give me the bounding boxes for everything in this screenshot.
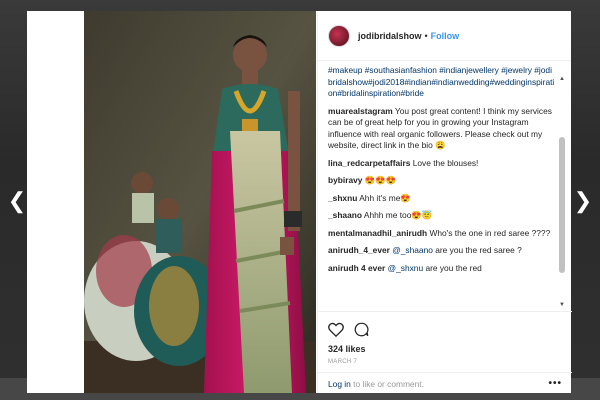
comment-username[interactable]: muarealstagram — [328, 106, 393, 116]
post-sidebar: jodibridalshow • Follow #makeup #southas… — [317, 11, 572, 393]
comment-text: Who's the one in red saree ???? — [429, 227, 551, 238]
scroll-up-arrow-icon[interactable]: ▲ — [558, 75, 566, 83]
comment-item: mentalmanadhil_anirudh Who's the one in … — [328, 228, 556, 240]
comment-username[interactable]: anirudh_4_ever — [328, 245, 390, 255]
comment-item: _shaano Ahhh me too😍😇 — [328, 210, 556, 222]
separator-dot: • — [424, 30, 428, 41]
username[interactable]: jodibridalshow — [358, 31, 422, 41]
scroll-thumb[interactable] — [559, 137, 565, 273]
comment-item: lina_redcarpetaffairs Love the blouses! — [328, 158, 556, 170]
comment-mention[interactable]: @_shaano — [392, 245, 433, 255]
comment-username[interactable]: _shxnu — [328, 193, 357, 203]
comment-username[interactable]: mentalmanadhil_anirudh — [328, 228, 427, 238]
photo-pane — [27, 11, 317, 393]
comment-text: 😍😍😍 — [364, 175, 397, 185]
follow-button[interactable]: Follow — [431, 31, 460, 41]
comment-username[interactable]: _shaano — [328, 210, 362, 220]
comment-text: are you the red — [425, 262, 482, 273]
comment-text: Ahhh me too😍😇 — [363, 210, 433, 220]
login-prompt-text: to like or comment. — [353, 378, 424, 389]
more-options-icon[interactable]: ••• — [548, 378, 562, 389]
comment-username[interactable]: lina_redcarpetaffairs — [328, 158, 410, 168]
comment-bubble-icon[interactable] — [354, 322, 369, 337]
post-date: MARCH 7 — [328, 359, 358, 365]
post-actions: 324 likes MARCH 7 Log in to like or comm… — [318, 311, 572, 393]
previous-post-chevron-left-icon[interactable]: ❮ — [7, 188, 27, 214]
comment-item: anirudh_4_ever @_shaano are you the red … — [328, 245, 556, 257]
heart-icon[interactable] — [328, 322, 344, 337]
post-photo[interactable] — [84, 11, 316, 393]
action-icons — [328, 320, 562, 338]
comment-text: Love the blouses! — [412, 157, 479, 168]
scroll-down-arrow-icon[interactable]: ▼ — [558, 301, 566, 309]
login-row: Log in to like or comment. ••• — [318, 372, 572, 394]
comment-mention[interactable]: @_shxnu — [388, 263, 424, 273]
avatar[interactable] — [328, 24, 350, 47]
comment-item: bybiravy 😍😍😍 — [328, 175, 556, 187]
comment-username[interactable]: bybiravy — [328, 175, 362, 185]
comments-scrollbar[interactable]: ▲ ▼ — [558, 75, 566, 309]
comment-item: muarealstagram You post great content! I… — [328, 106, 556, 152]
comment-text: are you the red saree ? — [435, 245, 522, 255]
post-modal: jodibridalshow • Follow #makeup #southas… — [27, 11, 572, 393]
post-header: jodibridalshow • Follow — [318, 11, 571, 61]
login-link[interactable]: Log in — [328, 379, 351, 389]
comments-list: #makeup #southasianfashion #indianjewell… — [318, 61, 572, 309]
comment-item: anirudh 4 ever @_shxnu are you the red — [328, 263, 556, 275]
next-post-chevron-right-icon[interactable]: ❯ — [573, 188, 593, 214]
comment-item: _shxnu Ahh it's me😍 — [328, 193, 556, 205]
post-photo-image — [84, 11, 316, 393]
comment-text: Ahh it's me😍 — [359, 192, 411, 203]
caption-hashtags[interactable]: #makeup #southasianfashion #indianjewell… — [328, 65, 556, 100]
likes-count[interactable]: 324 likes — [328, 344, 562, 354]
comment-username[interactable]: anirudh 4 ever — [328, 263, 385, 273]
